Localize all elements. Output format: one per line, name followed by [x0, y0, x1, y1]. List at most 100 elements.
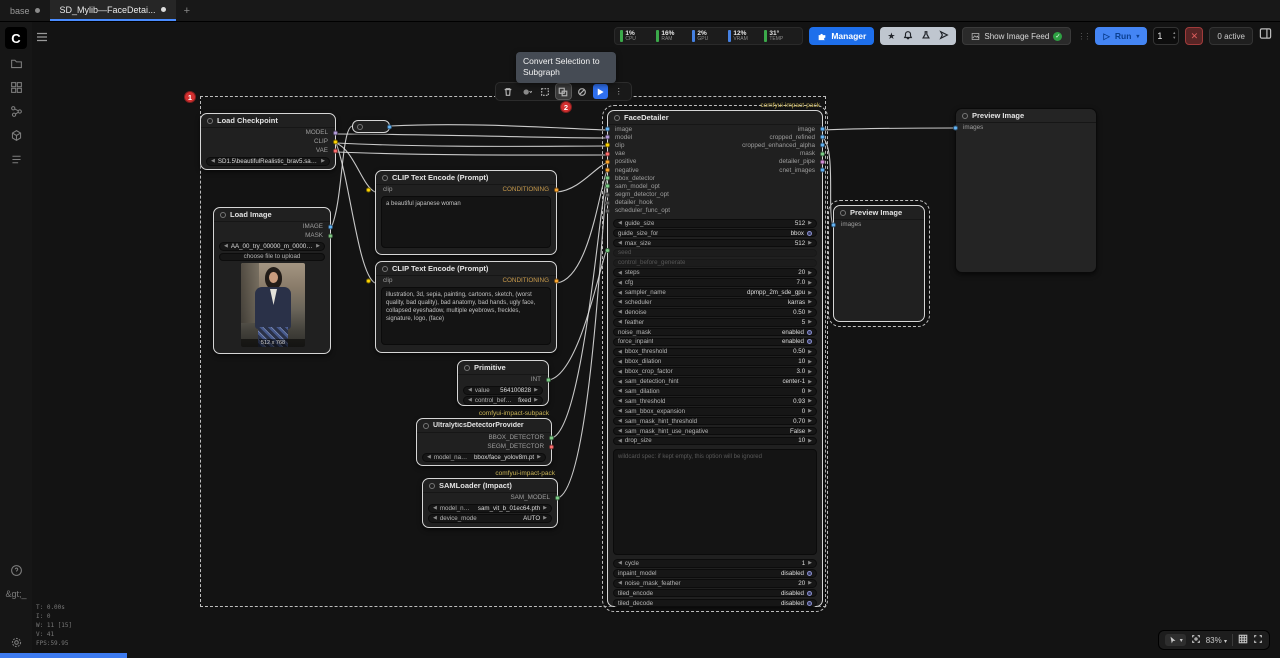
active-jobs-badge[interactable]: 0 active: [1209, 27, 1253, 45]
widget-row[interactable]: ◀ sam_detection_hint center-1 ▶: [613, 377, 817, 386]
prev-arrow-icon[interactable]: ◀: [618, 299, 622, 305]
input-port[interactable]: segm_detector_opt: [608, 191, 718, 199]
widget-row[interactable]: ◀ bbox_threshold 0.50 ▶: [613, 348, 817, 357]
input-port[interactable]: clip: [383, 276, 392, 285]
share-icon[interactable]: [936, 30, 952, 42]
help-icon[interactable]: [8, 562, 24, 578]
next-arrow-icon[interactable]: ▶: [321, 158, 325, 164]
input-port[interactable]: images: [834, 220, 924, 229]
next-arrow-icon[interactable]: ▶: [316, 243, 320, 249]
port-dot-icon[interactable]: [387, 124, 392, 129]
output-port[interactable]: image: [712, 125, 822, 133]
port-dot-icon[interactable]: [333, 139, 338, 144]
next-arrow-icon[interactable]: ▶: [808, 428, 812, 434]
more-options-icon[interactable]: ⋮: [611, 84, 626, 99]
flask-icon[interactable]: [918, 30, 934, 42]
port-dot-icon[interactable]: [953, 125, 958, 130]
port-dot-icon[interactable]: [549, 435, 554, 440]
port-dot-icon[interactable]: [820, 168, 825, 173]
toggle-dot-icon[interactable]: [807, 591, 812, 596]
prev-arrow-icon[interactable]: ◀: [468, 387, 472, 393]
convert-to-subgraph-icon[interactable]: [556, 84, 571, 99]
next-arrow-icon[interactable]: ▶: [808, 438, 812, 444]
widget-row[interactable]: ◀ value 564100828 ▶: [463, 386, 543, 395]
next-arrow-icon[interactable]: ▶: [808, 319, 812, 325]
node-header[interactable]: CLIP Text Encode (Prompt): [376, 171, 556, 185]
prev-arrow-icon[interactable]: ◀: [618, 369, 622, 375]
next-arrow-icon[interactable]: ▶: [543, 505, 547, 511]
widget-row[interactable]: ◀ model_name sam_vit_b_01ec64.pth ▶: [428, 504, 552, 513]
prev-arrow-icon[interactable]: ◀: [618, 270, 622, 276]
prev-arrow-icon[interactable]: ◀: [211, 158, 215, 164]
widget-row[interactable]: ◀ control_before_generate fixed ▶: [463, 396, 543, 405]
port-dot-icon[interactable]: [605, 151, 610, 156]
output-port[interactable]: IMAGE: [214, 222, 330, 231]
prompt-textarea[interactable]: illustration, 3d, sepia, painting, carto…: [381, 287, 551, 345]
widget-row[interactable]: ◀ denoise 0.50 ▶: [613, 308, 817, 317]
port-dot-icon[interactable]: [831, 222, 836, 227]
port-dot-icon[interactable]: [554, 187, 559, 192]
manager-button[interactable]: Manager: [809, 27, 874, 45]
prev-arrow-icon[interactable]: ◀: [618, 319, 622, 325]
toggle-dot-icon[interactable]: [807, 231, 812, 236]
toggle-dot-icon[interactable]: [807, 601, 812, 606]
input-port[interactable]: clip: [383, 185, 392, 194]
port-dot-icon[interactable]: [605, 184, 610, 189]
input-port[interactable]: sam_model_opt: [608, 182, 718, 190]
new-workflow-tab-button[interactable]: +: [176, 0, 198, 21]
next-arrow-icon[interactable]: ▶: [808, 369, 812, 375]
prev-arrow-icon[interactable]: ◀: [433, 515, 437, 521]
input-port[interactable]: vae: [608, 150, 718, 158]
node-clip-text-encode-negative[interactable]: CLIP Text Encode (Prompt) clip CONDITION…: [375, 261, 557, 353]
widget-row[interactable]: ◀ feather 5 ▶: [613, 318, 817, 327]
next-arrow-icon[interactable]: ▶: [808, 418, 812, 424]
toggle-right-panel-icon[interactable]: [1259, 27, 1272, 45]
widget-row[interactable]: ◀ sam_dilation 0 ▶: [613, 387, 817, 396]
prev-arrow-icon[interactable]: ◀: [618, 438, 622, 444]
widget-row[interactable]: ◀ sampler_name dpmpp_2m_sde_gpu ▶: [613, 288, 817, 297]
next-arrow-icon[interactable]: ▶: [537, 454, 541, 460]
widget-row[interactable]: ◀ device_mode AUTO ▶: [428, 514, 552, 523]
node-ultralytics-detector-provider[interactable]: comfyui-impact-subpack UltralyticsDetect…: [416, 418, 552, 466]
node-header[interactable]: Preview Image: [834, 206, 924, 220]
drag-handle-icon[interactable]: ⋮⋮: [1077, 32, 1089, 41]
collapse-dot[interactable]: [423, 423, 429, 429]
prev-arrow-icon[interactable]: ◀: [618, 240, 622, 246]
prev-arrow-icon[interactable]: ◀: [427, 454, 431, 460]
next-arrow-icon[interactable]: ▶: [534, 387, 538, 393]
next-arrow-icon[interactable]: ▶: [808, 388, 812, 394]
execute-selection-icon[interactable]: [593, 84, 608, 99]
input-port[interactable]: model: [608, 133, 718, 141]
widget-row[interactable]: ◀ force_inpaint enabled ▶: [613, 338, 817, 347]
output-port[interactable]: BBOX_DETECTOR: [417, 433, 551, 442]
output-port[interactable]: detailer_pipe: [712, 158, 822, 166]
port-dot-icon[interactable]: [328, 233, 333, 238]
port-dot-icon[interactable]: [549, 444, 554, 449]
port-dot-icon[interactable]: [605, 200, 610, 205]
batch-count-input[interactable]: 1 ▴ ▾: [1153, 27, 1179, 45]
widget-row[interactable]: ◀ bbox_crop_factor 3.0 ▶: [613, 367, 817, 376]
widget-row[interactable]: ◀ noise_mask_feather 20 ▶: [613, 579, 817, 588]
input-port[interactable]: images: [956, 123, 1096, 132]
prev-arrow-icon[interactable]: ◀: [468, 397, 472, 403]
widget-row[interactable]: ◀ tiled_decode disabled ▶: [613, 599, 817, 608]
node-primitive[interactable]: Primitive INT ◀ value 564100828 ▶ ◀ cont…: [457, 360, 549, 406]
collapse-dot[interactable]: [207, 118, 213, 124]
collapse-dot[interactable]: [382, 266, 388, 272]
node-facedetailer[interactable]: comfyui-impact-pack FaceDetailer image m…: [607, 110, 823, 607]
run-button[interactable]: ▷ Run ▾: [1095, 27, 1147, 45]
port-dot-icon[interactable]: [366, 187, 371, 192]
widget-row[interactable]: ◀ cfg 7.0 ▶: [613, 278, 817, 287]
prev-arrow-icon[interactable]: ◀: [618, 408, 622, 414]
prev-arrow-icon[interactable]: ◀: [618, 220, 622, 226]
node-header[interactable]: UltralyticsDetectorProvider: [417, 419, 551, 433]
output-port[interactable]: cropped_enhanced_alpha: [712, 141, 822, 149]
next-arrow-icon[interactable]: ▶: [808, 280, 812, 286]
next-arrow-icon[interactable]: ▶: [808, 299, 812, 305]
input-port[interactable]: clip: [608, 141, 718, 149]
output-port[interactable]: SAM_MODEL: [423, 493, 557, 502]
widget-row[interactable]: ◀ drop_size 10 ▶: [613, 437, 817, 446]
input-port[interactable]: image: [608, 125, 718, 133]
collapse-dot[interactable]: [382, 175, 388, 181]
node-preview-image-right[interactable]: Preview Image images: [955, 108, 1097, 273]
